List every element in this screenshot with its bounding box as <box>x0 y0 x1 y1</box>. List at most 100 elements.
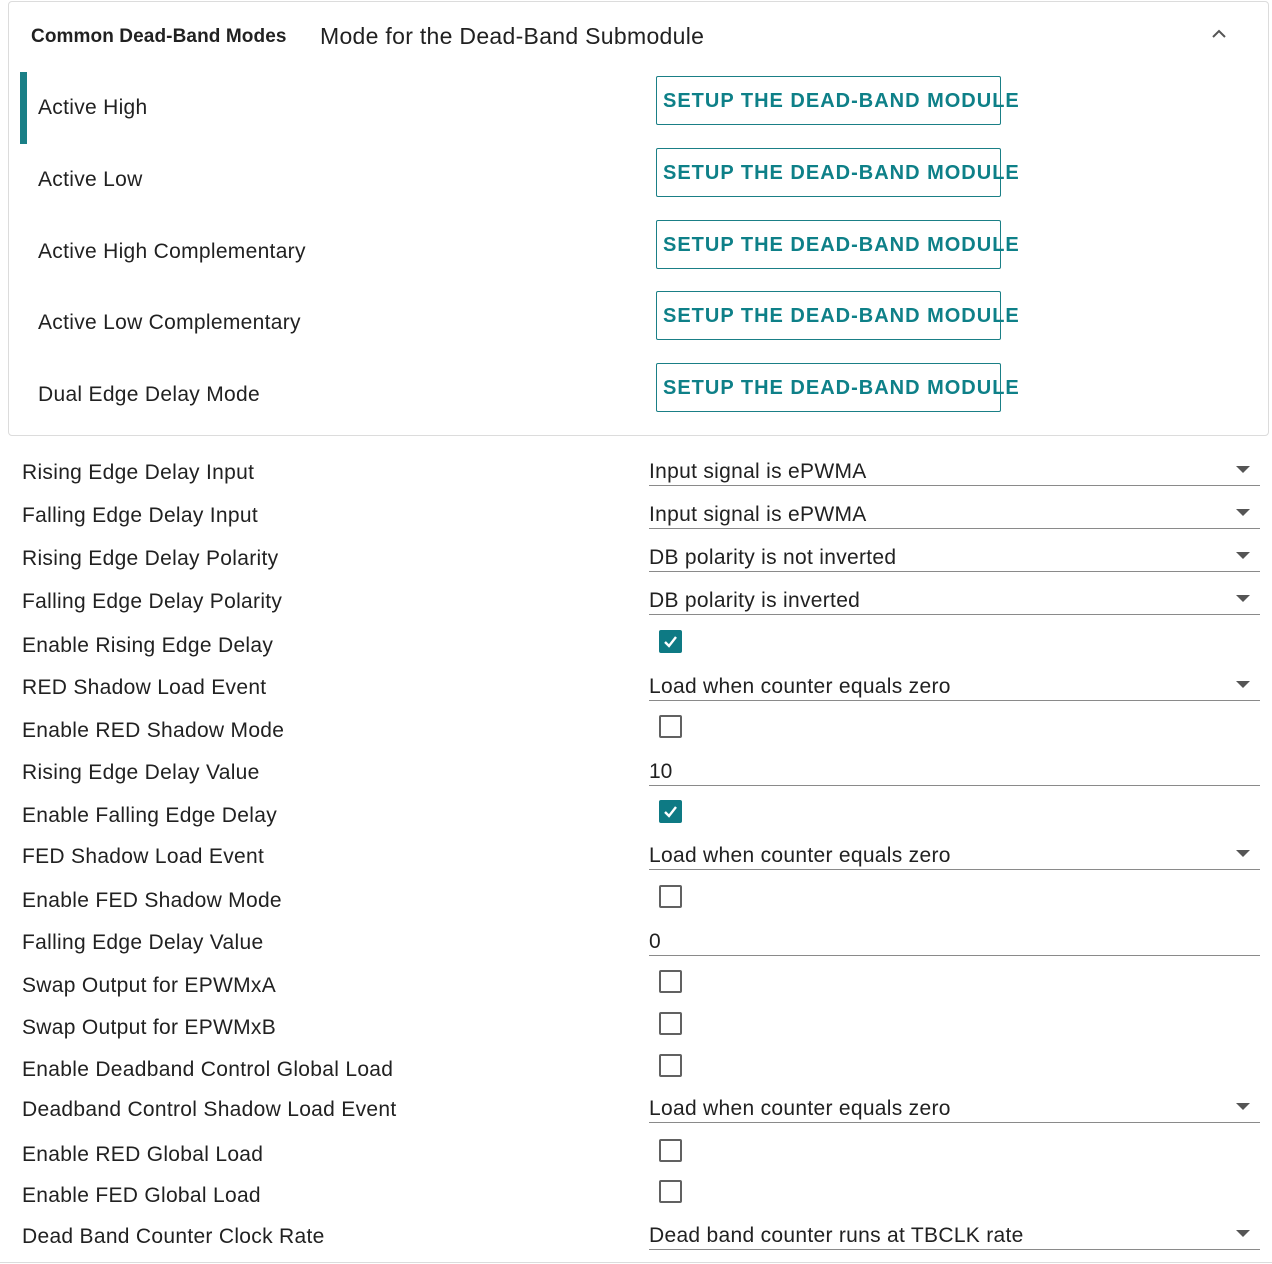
checkmark-icon <box>664 636 677 648</box>
enable-fed-global-load-checkbox[interactable] <box>659 1180 682 1203</box>
rising-edge-delay-input-select[interactable]: Input signal is ePWMA <box>649 454 1260 486</box>
setup-dead-band-module-button[interactable]: SETUP THE DEAD-BAND MODULE <box>656 148 1019 197</box>
selected-indicator <box>20 216 27 288</box>
panel-subtitle: Mode for the Dead-Band Submodule <box>320 23 705 49</box>
select-value: DB polarity is inverted <box>649 589 861 612</box>
enable-red-shadow-mode-checkbox[interactable] <box>659 715 682 738</box>
enable-deadband-control-global-load-checkbox[interactable] <box>659 1054 682 1077</box>
setting-row-swap-output-for-epwmxb: Swap Output for EPWMxB <box>0 1009 1272 1049</box>
setting-row-enable-fed-shadow-mode: Enable FED Shadow Mode <box>0 882 1272 922</box>
setting-label: Rising Edge Delay Polarity <box>22 547 279 570</box>
dead-band-counter-clock-rate-select[interactable]: Dead band counter runs at TBCLK rate <box>649 1218 1260 1250</box>
rising-edge-delay-value-input[interactable]: 10 <box>649 754 1260 786</box>
collapse-button[interactable] <box>1204 20 1234 48</box>
setting-label: Enable RED Global Load <box>22 1143 264 1166</box>
dropdown-arrow-icon <box>1236 681 1250 688</box>
red-shadow-load-event-select[interactable]: Load when counter equals zero <box>649 669 1260 701</box>
setting-row-rising-edge-delay-value: Rising Edge Delay Value 10 <box>0 754 1272 794</box>
enable-falling-edge-delay-checkbox[interactable] <box>659 800 682 823</box>
dropdown-arrow-icon <box>1236 552 1250 559</box>
select-value: Input signal is ePWMA <box>649 503 867 526</box>
swap-output-for-epwmxa-checkbox[interactable] <box>659 970 682 993</box>
mode-row-active-low[interactable]: Active Low SETUP THE DEAD-BAND MODULE <box>20 144 1260 216</box>
mode-row-dual-edge-delay-mode[interactable]: Dual Edge Delay Mode SETUP THE DEAD-BAND … <box>20 359 1260 431</box>
setup-dead-band-module-button[interactable]: SETUP THE DEAD-BAND MODULE <box>656 363 1019 412</box>
setup-dead-band-module-button[interactable]: SETUP THE DEAD-BAND MODULE <box>656 220 1019 269</box>
rising-edge-delay-polarity-select[interactable]: DB polarity is not inverted <box>649 540 1260 572</box>
setting-label: Falling Edge Delay Input <box>22 504 259 527</box>
setting-row-enable-deadband-control-global-load: Enable Deadband Control Global Load <box>0 1051 1272 1091</box>
selected-indicator <box>20 144 27 216</box>
mode-label: Active Low Complementary <box>38 311 301 334</box>
fed-shadow-load-event-select[interactable]: Load when counter equals zero <box>649 838 1260 870</box>
dropdown-arrow-icon <box>1236 595 1250 602</box>
dropdown-arrow-icon <box>1236 466 1250 473</box>
selected-indicator <box>20 359 27 431</box>
setting-label: Enable RED Shadow Mode <box>22 719 285 742</box>
mode-label: Active Low <box>38 168 143 191</box>
select-value: Dead band counter runs at TBCLK rate <box>649 1224 1024 1247</box>
setting-row-red-shadow-load-event: RED Shadow Load Event Load when counter e… <box>0 669 1272 709</box>
select-value: Load when counter equals zero <box>649 1097 951 1120</box>
dropdown-arrow-icon <box>1236 850 1250 857</box>
dropdown-arrow-icon <box>1236 509 1250 516</box>
setting-row-dead-band-counter-clock-rate: Dead Band Counter Clock Rate Dead band co… <box>0 1218 1272 1258</box>
setting-row-enable-rising-edge-delay: Enable Rising Edge Delay <box>0 627 1272 667</box>
panel-header[interactable]: Common Dead-Band Modes Mode for the Dead… <box>9 2 1268 68</box>
setting-label: FED Shadow Load Event <box>22 845 265 868</box>
select-value: Load when counter equals zero <box>649 675 951 698</box>
setting-row-enable-fed-global-load: Enable FED Global Load <box>0 1177 1272 1217</box>
setting-label: Enable Rising Edge Delay <box>22 634 274 657</box>
setting-label: Falling Edge Delay Polarity <box>22 590 283 613</box>
setting-label: Enable FED Shadow Mode <box>22 889 282 912</box>
setting-row-falling-edge-delay-polarity: Falling Edge Delay Polarity DB polarity i… <box>0 583 1272 623</box>
checkmark-icon <box>664 806 677 818</box>
setting-label: RED Shadow Load Event <box>22 676 267 699</box>
swap-output-for-epwmxb-checkbox[interactable] <box>659 1012 682 1035</box>
falling-edge-delay-polarity-select[interactable]: DB polarity is inverted <box>649 583 1260 615</box>
mode-label: Active High Complementary <box>38 240 306 263</box>
setup-dead-band-module-button[interactable]: SETUP THE DEAD-BAND MODULE <box>656 291 1019 340</box>
dropdown-arrow-icon <box>1236 1103 1250 1110</box>
mode-label: Active High <box>38 96 148 119</box>
setting-row-enable-red-shadow-mode: Enable RED Shadow Mode <box>0 712 1272 752</box>
falling-edge-delay-input-select[interactable]: Input signal is ePWMA <box>649 497 1260 529</box>
mode-row-active-low-complementary[interactable]: Active Low Complementary SETUP THE DEAD-B… <box>20 287 1260 359</box>
setting-row-enable-red-global-load: Enable RED Global Load <box>0 1136 1272 1176</box>
setting-row-swap-output-for-epwmxa: Swap Output for EPWMxA <box>0 967 1272 1007</box>
dropdown-arrow-icon <box>1236 1230 1250 1237</box>
deadband-control-shadow-load-event-select[interactable]: Load when counter equals zero <box>649 1091 1260 1123</box>
setting-label: Enable Falling Edge Delay <box>22 804 277 827</box>
setting-row-fed-shadow-load-event: FED Shadow Load Event Load when counter e… <box>0 838 1272 878</box>
setting-row-deadband-control-shadow-load-event: Deadband Control Shadow Load Event Load w… <box>0 1091 1272 1131</box>
mode-row-active-high[interactable]: Active High SETUP THE DEAD-BAND MODULE <box>20 72 1260 144</box>
select-value: Input signal is ePWMA <box>649 460 867 483</box>
setting-label: Enable Deadband Control Global Load <box>22 1058 394 1081</box>
mode-label: Dual Edge Delay Mode <box>38 383 260 406</box>
enable-rising-edge-delay-checkbox[interactable] <box>659 630 682 653</box>
dead-band-modes-panel: Common Dead-Band Modes Mode for the Dead… <box>8 1 1269 436</box>
mode-row-active-high-complementary[interactable]: Active High Complementary SETUP THE DEAD-… <box>20 216 1260 288</box>
setting-label: Deadband Control Shadow Load Event <box>22 1098 397 1121</box>
select-value: DB polarity is not inverted <box>649 546 897 569</box>
enable-fed-shadow-mode-checkbox[interactable] <box>659 885 682 908</box>
selected-indicator <box>20 287 27 359</box>
setup-dead-band-module-button[interactable]: SETUP THE DEAD-BAND MODULE <box>656 76 1019 125</box>
setting-label: Rising Edge Delay Value <box>22 761 260 784</box>
setting-row-rising-edge-delay-input: Rising Edge Delay Input Input signal is e… <box>0 454 1272 494</box>
setting-label: Rising Edge Delay Input <box>22 461 255 484</box>
falling-edge-delay-value-input[interactable]: 0 <box>649 924 1260 956</box>
select-value: Load when counter equals zero <box>649 844 951 867</box>
input-value: 10 <box>649 760 673 783</box>
divider <box>0 1262 1272 1263</box>
setting-label: Falling Edge Delay Value <box>22 931 264 954</box>
setting-label: Swap Output for EPWMxA <box>22 974 277 997</box>
chevron-up-icon <box>1212 29 1226 38</box>
setting-row-falling-edge-delay-value: Falling Edge Delay Value 0 <box>0 924 1272 964</box>
input-value: 0 <box>649 930 661 953</box>
enable-red-global-load-checkbox[interactable] <box>659 1139 682 1162</box>
setting-label: Enable FED Global Load <box>22 1184 261 1207</box>
setting-label: Dead Band Counter Clock Rate <box>22 1225 325 1248</box>
setting-row-falling-edge-delay-input: Falling Edge Delay Input Input signal is … <box>0 497 1272 537</box>
selected-indicator <box>20 72 27 144</box>
